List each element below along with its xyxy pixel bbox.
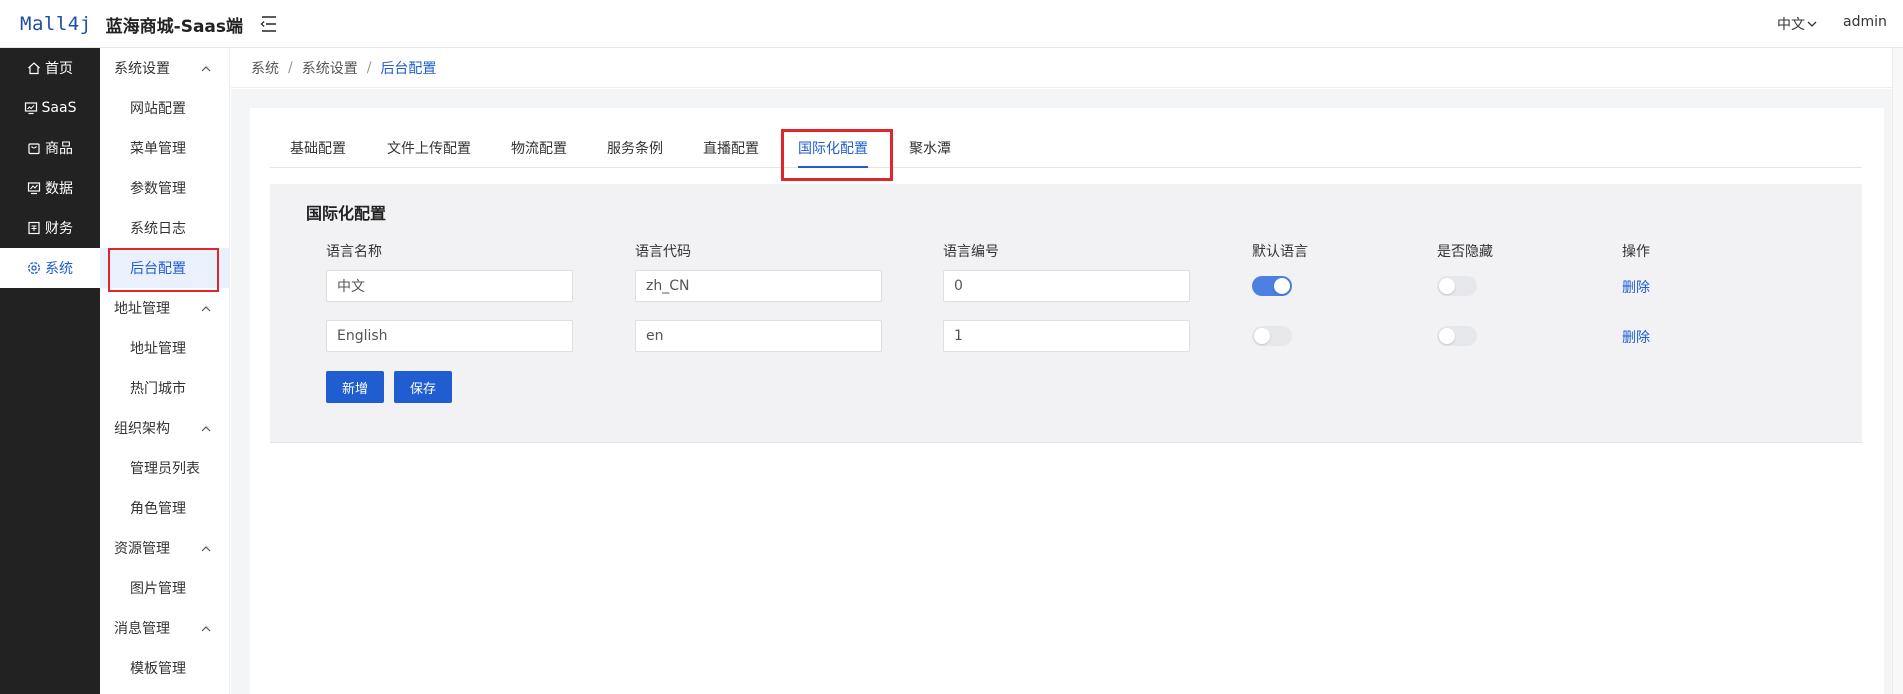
- sidebar-item-admin-list[interactable]: 管理员列表: [100, 448, 229, 488]
- group-system-settings[interactable]: 系统设置: [100, 48, 229, 88]
- nav-label: 数据: [45, 181, 73, 197]
- language-number-input[interactable]: [943, 320, 1190, 352]
- sidebar-item-hot-cities[interactable]: 热门城市: [100, 368, 229, 408]
- toggle-knob: [1254, 328, 1270, 344]
- logo[interactable]: Mall4j 蓝海商城-Saas端: [20, 12, 244, 37]
- sidebar-item-role-manage[interactable]: 角色管理: [100, 488, 229, 528]
- add-language-button[interactable]: 新增: [326, 371, 384, 403]
- nav-label: 首页: [45, 61, 73, 77]
- menu-collapse-icon[interactable]: [258, 14, 280, 34]
- group-label: 系统设置: [114, 61, 170, 77]
- nav-home[interactable]: 首页: [0, 48, 100, 88]
- group-address[interactable]: 地址管理: [100, 288, 229, 328]
- hidden-toggle[interactable]: [1437, 326, 1477, 346]
- nav-data[interactable]: 数据: [0, 168, 100, 208]
- tab-live-config[interactable]: 直播配置: [703, 132, 759, 168]
- column-header-language-code: 语言代码: [635, 244, 691, 260]
- toggle-knob: [1439, 328, 1455, 344]
- sidebar-item-address-manage[interactable]: 地址管理: [100, 328, 229, 368]
- breadcrumb-separator: /: [366, 59, 372, 76]
- sidebar-item-site-config[interactable]: 网站配置: [100, 88, 229, 128]
- column-header-actions: 操作: [1622, 244, 1650, 260]
- tab-logistics-config[interactable]: 物流配置: [511, 132, 567, 168]
- breadcrumb-item[interactable]: 系统设置: [302, 58, 358, 78]
- sidebar-item-template-manage[interactable]: 模板管理: [100, 648, 229, 688]
- nav-products[interactable]: 商品: [0, 128, 100, 168]
- home-icon: [28, 62, 40, 75]
- hidden-toggle[interactable]: [1437, 276, 1477, 296]
- group-label: 消息管理: [114, 621, 170, 637]
- language-switcher[interactable]: 中文: [1777, 14, 1817, 34]
- toggle-knob: [1439, 278, 1455, 294]
- finance-icon: [28, 221, 40, 235]
- tab-service-terms[interactable]: 服务条例: [607, 132, 663, 168]
- nav-label: SaaS: [41, 100, 77, 116]
- chevron-up-icon: [201, 625, 211, 631]
- column-header-hidden: 是否隐藏: [1437, 244, 1493, 260]
- column-header-language-number: 语言编号: [943, 244, 999, 260]
- monitor-icon: [24, 102, 37, 115]
- toggle-knob: [1274, 278, 1290, 294]
- sidebar-item-menu-manage[interactable]: 菜单管理: [100, 128, 229, 168]
- user-menu[interactable]: admin: [1843, 14, 1887, 30]
- group-label: 组织架构: [114, 421, 170, 437]
- chevron-up-icon: [201, 545, 211, 551]
- gear-icon: [28, 262, 40, 274]
- column-header-language-name: 语言名称: [326, 244, 382, 260]
- delete-button[interactable]: 删除: [1622, 277, 1650, 297]
- app-title: 蓝海商城-Saas端: [105, 16, 244, 37]
- sidebar-item-image-manage[interactable]: 图片管理: [100, 568, 229, 608]
- group-resources[interactable]: 资源管理: [100, 528, 229, 568]
- secondary-sidebar: 系统设置 网站配置 菜单管理 参数管理 系统日志 后台配置 地址管理 地址管理 …: [100, 48, 230, 694]
- tab-i18n-config[interactable]: 国际化配置: [798, 132, 868, 168]
- nav-finance[interactable]: 财务: [0, 208, 100, 248]
- language-code-input[interactable]: [635, 320, 882, 352]
- bag-icon: [28, 143, 40, 155]
- chevron-up-icon: [201, 65, 211, 71]
- breadcrumb-separator: /: [288, 59, 293, 76]
- panel-title: 国际化配置: [306, 204, 387, 223]
- top-header: Mall4j 蓝海商城-Saas端 中文 admin: [0, 0, 1903, 48]
- nav-label: 系统: [45, 261, 73, 277]
- breadcrumb-current: 后台配置: [380, 60, 437, 77]
- tab-file-upload-config[interactable]: 文件上传配置: [387, 132, 471, 168]
- primary-sidebar: 首页 SaaS 商品 数据 财务 系统: [0, 48, 100, 694]
- sidebar-item-system-log[interactable]: 系统日志: [100, 208, 229, 248]
- save-button[interactable]: 保存: [394, 371, 452, 403]
- tab-jushuitan[interactable]: 聚水潭: [909, 132, 951, 168]
- group-messages[interactable]: 消息管理: [100, 608, 229, 648]
- sidebar-item-param-manage[interactable]: 参数管理: [100, 168, 229, 208]
- default-language-toggle[interactable]: [1252, 276, 1292, 296]
- group-label: 地址管理: [114, 301, 170, 317]
- chevron-up-icon: [201, 425, 211, 431]
- chart-icon: [27, 182, 41, 195]
- delete-button[interactable]: 删除: [1622, 327, 1650, 347]
- breadcrumb-item[interactable]: 系统: [251, 58, 279, 78]
- i18n-panel: [270, 184, 1862, 443]
- language-label: 中文: [1777, 17, 1805, 33]
- nav-saas[interactable]: SaaS: [0, 88, 100, 128]
- nav-system[interactable]: 系统: [0, 248, 100, 288]
- nav-label: 财务: [45, 221, 73, 237]
- language-name-input[interactable]: [326, 320, 573, 352]
- language-number-input[interactable]: [943, 270, 1190, 302]
- page-scrollbar[interactable]: [1892, 48, 1903, 694]
- language-code-input[interactable]: [635, 270, 882, 302]
- tab-basic-config[interactable]: 基础配置: [290, 132, 346, 168]
- chevron-down-icon: [1807, 21, 1817, 27]
- breadcrumb: 系统 / 系统设置 / 后台配置: [231, 48, 1903, 88]
- config-tabs: 基础配置 文件上传配置 物流配置 服务条例 直播配置 国际化配置 聚水潭: [270, 132, 1862, 168]
- group-organization[interactable]: 组织架构: [100, 408, 229, 448]
- language-name-input[interactable]: [326, 270, 573, 302]
- sidebar-item-backend-config[interactable]: 后台配置: [100, 248, 229, 292]
- nav-label: 商品: [45, 141, 73, 157]
- column-header-default-language: 默认语言: [1252, 244, 1308, 260]
- logo-mark: Mall4j: [20, 13, 92, 35]
- chevron-up-icon: [201, 305, 211, 311]
- group-label: 资源管理: [114, 541, 170, 557]
- default-language-toggle[interactable]: [1252, 326, 1292, 346]
